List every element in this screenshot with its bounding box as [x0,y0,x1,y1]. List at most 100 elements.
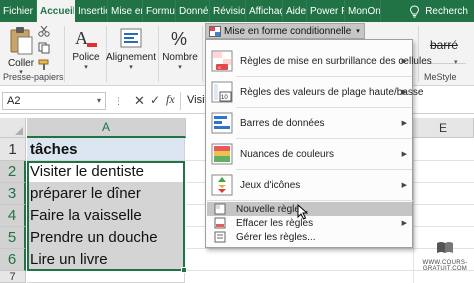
submenu-arrow-icon: ▶ [401,220,407,227]
watermark: WWW.COURS-GRATUIT.COM [416,240,474,272]
row-header-3[interactable]: 3 [0,183,26,205]
tab-revision[interactable]: Révisior [210,0,246,22]
column-header-a[interactable]: A [27,118,186,138]
tab-mononenote[interactable]: MonOn [345,0,381,22]
mouse-pointer-icon [297,204,308,220]
color-scales-icon [211,143,233,165]
style-more-icon[interactable]: ▾ [454,58,458,66]
top-bottom-rules-icon: 10 [211,81,233,103]
font-label: Police [72,52,100,63]
new-rule-icon [214,203,226,215]
percent-icon: % [171,29,187,49]
cell-a4[interactable]: Faire la vaisselle [27,205,185,227]
mestyle-caption: MeStyle [424,72,457,82]
tab-accueil[interactable]: Accueil [37,0,75,22]
search-label: Recherch [425,5,468,17]
cell-a5[interactable]: Prendre un douche [27,227,185,249]
name-box-dropdown-icon[interactable]: ▾ [97,96,101,105]
submenu-arrow-icon: ▶ [401,89,407,96]
conditional-formatting-menu: < Règles de mise en surbrillance des cel… [205,39,432,248]
fill-handle[interactable] [181,267,187,273]
name-box[interactable]: A2 ▾ [2,92,106,110]
search-box[interactable]: Recherch [401,0,474,22]
lightbulb-icon [410,4,420,17]
data-bars-icon [211,112,233,134]
menu-item-label: Nuances de couleurs [240,148,334,160]
row-header-7[interactable]: 7 [0,271,26,283]
cell-a7[interactable] [27,271,185,283]
select-all-corner[interactable] [0,118,26,138]
cell-a2[interactable]: Visiter le dentiste [27,161,185,183]
svg-text:%: % [171,29,187,49]
column-header-e[interactable]: E [413,118,474,138]
number-group-button[interactable]: % Nombre ▾ [160,22,200,86]
cancel-icon[interactable]: ✕ [134,93,145,109]
menu-item-highlight-rules[interactable]: < Règles de mise en surbrillance des cel… [207,47,432,75]
name-box-value: A2 [7,95,21,107]
conditional-formatting-label: Mise en forme conditionnelle [224,25,352,37]
highlight-rules-icon: < [211,50,233,72]
tab-formules[interactable]: Formul [143,0,176,22]
menu-separator [236,169,412,170]
menu-item-label: Règles des valeurs de plage haute/basse [240,86,424,98]
row-header-2[interactable]: 2 [0,161,26,183]
cell-a1[interactable]: tâches [27,138,185,161]
alignment-icon [120,28,142,48]
book-logo-icon [437,242,453,253]
menu-item-manage-rules[interactable]: Gérer les règles... [207,230,412,244]
ribbon-tab-bar: Fichier Accueil Insertio Mise en Formul … [0,0,474,22]
conditional-formatting-button[interactable]: Mise en forme conditionnelle ▾ [205,23,365,39]
ribbon-separator [64,26,65,82]
tab-mise-en-page[interactable]: Mise en [108,0,143,22]
alignment-chevron-icon: ▾ [129,64,133,71]
conditional-formatting-icon [209,25,221,37]
menu-item-color-scales[interactable]: Nuances de couleurs ▶ [207,140,412,168]
row-header-1[interactable]: 1 [0,138,26,161]
insert-function-icon[interactable]: fx [166,92,175,107]
menu-item-icon-sets[interactable]: Jeux d'icônes ▶ [207,171,412,199]
number-chevron-icon: ▾ [178,64,182,71]
cell-a3[interactable]: préparer le dîner [27,183,185,205]
font-icon: A [75,28,97,48]
alignment-label: Alignement [105,52,157,63]
ribbon-separator [158,26,159,82]
row-header-4[interactable]: 4 [0,205,26,227]
cell-a6[interactable]: Lire un livre [27,249,185,271]
row-header-6[interactable]: 6 [0,249,26,271]
row-header-5[interactable]: 5 [0,227,26,249]
menu-item-data-bars[interactable]: Barres de données ▶ [207,109,412,137]
format-painter-icon[interactable] [38,59,50,71]
menu-item-label: Barres de données [240,117,325,129]
icon-sets-icon [211,174,233,196]
submenu-arrow-icon: ▶ [401,58,407,65]
alignment-group-button[interactable]: Alignement ▾ [105,22,157,86]
confirm-icon[interactable]: ✓ [150,93,160,107]
submenu-arrow-icon: ▶ [401,182,407,189]
menu-item-new-rule[interactable]: Nouvelle règle... [207,202,412,216]
cut-icon[interactable] [38,26,50,37]
gridline [413,138,414,283]
font-chevron-icon: ▾ [84,64,88,71]
formula-bar-grip-icon[interactable]: ⋮ [114,96,124,107]
font-group-button[interactable]: A Police ▾ [69,22,103,86]
menu-separator [236,138,412,139]
copy-icon[interactable] [38,42,50,54]
clear-rules-icon [214,217,226,229]
watermark-text: WWW.COURS-GRATUIT.COM [422,260,468,272]
tab-affichage[interactable]: Affichaç [246,0,283,22]
clipboard-caption: Presse-papiers [3,72,64,82]
tab-insertion[interactable]: Insertio [75,0,108,22]
menu-item-top-bottom-rules[interactable]: 10 Règles des valeurs de plage haute/bas… [207,78,423,106]
menu-separator [236,76,412,77]
ribbon-separator [418,26,419,82]
tab-fichier[interactable]: Fichier [0,0,37,22]
tab-power-pivot[interactable]: Power F [307,0,345,22]
menu-separator [207,200,413,201]
menu-item-label: Gérer les règles... [236,231,316,243]
number-label: Nombre [162,52,198,63]
tab-donnees[interactable]: Donnée [176,0,210,22]
menu-item-label: Jeux d'icônes [240,179,301,191]
menu-item-clear-rules[interactable]: Effacer les règles ▶ [207,216,412,230]
tab-aide[interactable]: Aide [283,0,307,22]
svg-text:<: < [218,66,221,72]
